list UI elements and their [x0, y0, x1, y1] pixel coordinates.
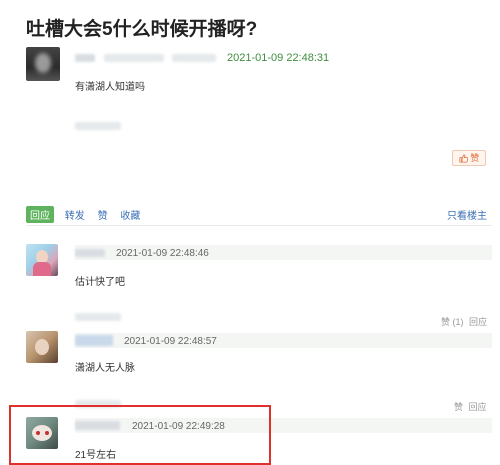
divider	[26, 225, 492, 226]
author-name-blurred[interactable]	[75, 54, 95, 62]
comment-1-quote-blurred	[75, 313, 121, 321]
comment-2-meta: 赞 回应	[454, 400, 487, 413]
author-avatar[interactable]	[26, 47, 60, 81]
comment-2-avatar[interactable]	[26, 331, 58, 363]
comment-1-username-blurred[interactable]	[75, 249, 105, 257]
repost-link[interactable]: 转发	[65, 211, 85, 222]
highlight-box	[9, 405, 271, 465]
comment-2-body: 潇湖人无人脉	[75, 363, 135, 374]
thumbs-up-icon	[459, 154, 468, 163]
post-like-button[interactable]: 赞	[452, 150, 486, 166]
collect-link[interactable]: 收藏	[120, 211, 140, 222]
author-info-blurred-2	[172, 54, 216, 62]
reply-button[interactable]: 回应	[26, 206, 54, 223]
comment-2-reply-link[interactable]: 回应	[469, 402, 487, 412]
comment-2-timestamp: 2021-01-09 22:48:57	[124, 336, 217, 347]
comment-1-reply-link[interactable]: 回应	[469, 317, 487, 327]
comment-1-body: 估计快了吧	[75, 277, 125, 288]
comment-1-timestamp: 2021-01-09 22:48:46	[116, 248, 209, 259]
action-bar: 回应 转发 赞 收藏	[26, 206, 150, 223]
comment-1-meta: 赞 (1) 回应	[441, 315, 487, 328]
comment-2-like[interactable]: 赞	[454, 402, 463, 412]
comment-1-avatar[interactable]	[26, 244, 58, 276]
post-extra-blurred	[75, 122, 121, 130]
author-only-link[interactable]: 只看楼主	[447, 207, 487, 222]
post-timestamp: 2021-01-09 22:48:31	[227, 52, 330, 64]
post-title: 吐槽大会5什么时候开播呀?	[26, 19, 258, 40]
post-body: 有潇湖人知道吗	[75, 82, 145, 93]
comment-2-username-blurred[interactable]	[75, 335, 113, 346]
author-info-blurred	[104, 54, 164, 62]
like-link[interactable]: 赞	[98, 211, 108, 222]
comment-1-like-count[interactable]: 赞 (1)	[441, 317, 464, 327]
post-like-label: 赞	[470, 153, 480, 163]
